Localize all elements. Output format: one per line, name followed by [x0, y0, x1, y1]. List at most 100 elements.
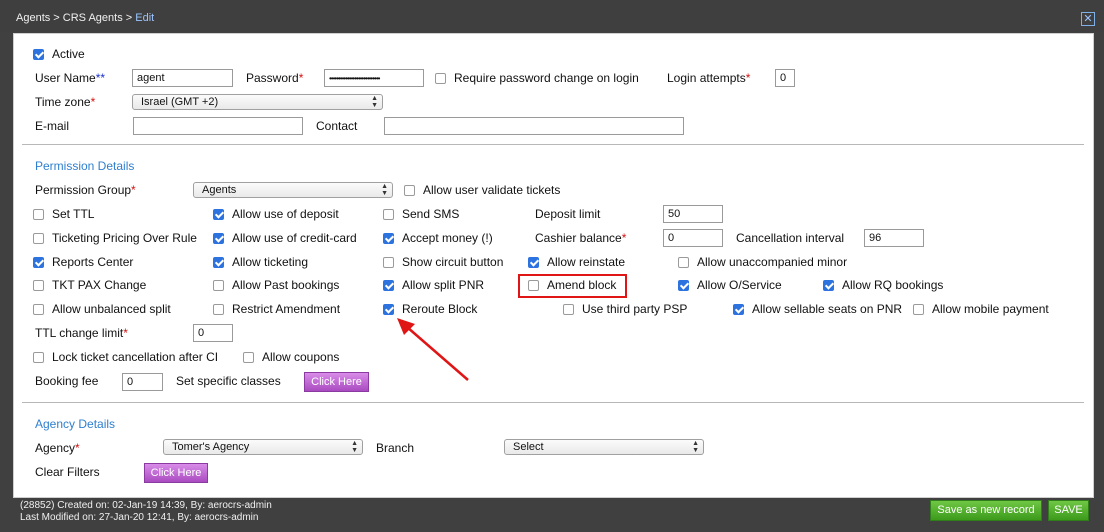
annotation-arrow [397, 318, 469, 381]
show-circuit-button-label: Show circuit button [402, 255, 504, 269]
ttl-change-limit-input[interactable]: 0 [193, 324, 233, 342]
allow-credit-card-checkbox[interactable] [213, 233, 224, 244]
accept-money-label: Accept money (!) [402, 231, 493, 245]
contact-label: Contact [316, 119, 358, 133]
created-info: (28852) Created on: 02-Jan-19 14:39, By:… [20, 500, 272, 511]
allow-mobile-payment-checkbox[interactable] [913, 304, 924, 315]
permission-group-select[interactable]: Agents ▲ ▼ [193, 182, 393, 198]
lock-ticket-cancellation-label: Lock ticket cancellation after CI [52, 350, 219, 364]
breadcrumb-agents[interactable]: Agents [16, 12, 50, 24]
allow-unbalanced-split-label: Allow unbalanced split [52, 302, 171, 316]
send-sms-checkbox[interactable] [383, 209, 394, 220]
cashier-balance-input[interactable]: 0 [663, 229, 723, 247]
allow-split-pnr-label: Allow split PNR [402, 278, 485, 292]
use-third-party-psp-label: Use third party PSP [582, 302, 688, 316]
breadcrumb-current: Edit [135, 12, 155, 24]
select-arrows-icon: ▲ ▼ [381, 183, 388, 197]
allow-sellable-seats-label: Allow sellable seats on PNR [752, 302, 903, 316]
password-input[interactable]: •••••••••••••••••••••••••••• [324, 69, 424, 87]
allow-unaccompanied-minor-label: Allow unaccompanied minor [697, 255, 848, 269]
allow-unaccompanied-minor-checkbox[interactable] [678, 257, 689, 268]
show-circuit-button-checkbox[interactable] [383, 257, 394, 268]
allow-credit-card-label: Allow use of credit-card [232, 231, 357, 245]
allow-mobile-payment-label: Allow mobile payment [932, 302, 1049, 316]
allow-reinstate-label: Allow reinstate [547, 255, 626, 269]
divider [22, 144, 1084, 145]
tkt-pax-change-checkbox[interactable] [33, 280, 44, 291]
login-attempts-label: Login attempts* [667, 71, 751, 85]
allow-sellable-seats-checkbox[interactable] [733, 304, 744, 315]
reroute-block-checkbox[interactable] [383, 304, 394, 315]
booking-fee-input[interactable]: 0 [122, 373, 163, 391]
agency-select[interactable]: Tomer's Agency ▲ ▼ [163, 439, 363, 455]
reports-center-label: Reports Center [52, 255, 134, 269]
use-third-party-psp-checkbox[interactable] [563, 304, 574, 315]
agency-details-title: Agency Details [35, 417, 116, 431]
allow-validate-tickets-checkbox[interactable] [404, 185, 415, 196]
timezone-select[interactable]: Israel (GMT +2) ▲ ▼ [132, 94, 383, 110]
allow-reinstate-checkbox[interactable] [528, 257, 539, 268]
allow-deposit-label: Allow use of deposit [232, 207, 339, 221]
booking-fee-label: Booking fee [35, 374, 99, 388]
tkt-pax-change-label: TKT PAX Change [52, 278, 147, 292]
allow-rq-bookings-checkbox[interactable] [823, 280, 834, 291]
deposit-limit-input[interactable]: 50 [663, 205, 723, 223]
amend-block-highlight [518, 274, 627, 298]
allow-unbalanced-split-checkbox[interactable] [33, 304, 44, 315]
set-ttl-label: Set TTL [52, 207, 95, 221]
allow-validate-tickets-label: Allow user validate tickets [423, 183, 561, 197]
close-icon[interactable]: ✕ [1081, 12, 1095, 26]
user-name-label: User Name** [35, 71, 106, 85]
ticketing-pricing-checkbox[interactable] [33, 233, 44, 244]
select-arrows-icon: ▲ ▼ [371, 95, 378, 109]
set-ttl-checkbox[interactable] [33, 209, 44, 220]
branch-label: Branch [376, 441, 415, 455]
accept-money-checkbox[interactable] [383, 233, 394, 244]
allow-split-pnr-checkbox[interactable] [383, 280, 394, 291]
breadcrumb: Agents > CRS Agents > Edit [16, 12, 154, 24]
set-specific-classes-label: Set specific classes [176, 374, 281, 388]
save-button[interactable]: SAVE [1048, 500, 1089, 521]
user-name-input[interactable]: agent [132, 69, 233, 87]
allow-past-bookings-checkbox[interactable] [213, 280, 224, 291]
email-label: E-mail [35, 119, 70, 133]
allow-coupons-checkbox[interactable] [243, 352, 254, 363]
ticketing-pricing-label: Ticketing Pricing Over Rule [52, 231, 197, 245]
clear-filters-label: Clear Filters [35, 465, 100, 479]
reroute-block-label: Reroute Block [402, 302, 478, 316]
password-label: Password* [246, 71, 304, 85]
reports-center-checkbox[interactable] [33, 257, 44, 268]
allow-oservice-checkbox[interactable] [678, 280, 689, 291]
allow-ticketing-checkbox[interactable] [213, 257, 224, 268]
allow-coupons-label: Allow coupons [262, 350, 340, 364]
top-bar: Agents > CRS Agents > Edit ✕ [0, 0, 1104, 32]
breadcrumb-crs-agents[interactable]: CRS Agents [63, 12, 123, 24]
restrict-amendment-checkbox[interactable] [213, 304, 224, 315]
save-as-new-record-button[interactable]: Save as new record [930, 500, 1042, 521]
clear-filters-click-here-button[interactable]: Click Here [144, 463, 208, 483]
allow-ticketing-label: Allow ticketing [232, 255, 309, 269]
active-checkbox[interactable] [33, 49, 44, 60]
breadcrumb-separator: > [122, 12, 136, 24]
allow-deposit-checkbox[interactable] [213, 209, 224, 220]
cancellation-interval-input[interactable]: 96 [864, 229, 924, 247]
allow-rq-bookings-label: Allow RQ bookings [842, 278, 944, 292]
breadcrumb-separator: > [50, 12, 63, 24]
lock-ticket-cancellation-checkbox[interactable] [33, 352, 44, 363]
select-arrows-icon: ▲ ▼ [351, 440, 358, 454]
send-sms-label: Send SMS [402, 207, 460, 221]
allow-past-bookings-label: Allow Past bookings [232, 278, 340, 292]
active-label: Active [52, 47, 85, 61]
deposit-limit-label: Deposit limit [535, 207, 601, 221]
set-classes-click-here-button[interactable]: Click Here [304, 372, 369, 392]
require-password-change-checkbox[interactable] [435, 73, 446, 84]
branch-select[interactable]: Select ▲ ▼ [504, 439, 704, 455]
permission-group-label: Permission Group* [35, 183, 136, 197]
permission-details-title: Permission Details [35, 159, 135, 173]
modified-info: Last Modified on: 27-Jan-20 12:41, By: a… [20, 512, 259, 523]
agency-label: Agency* [35, 441, 80, 455]
ttl-change-limit-label: TTL change limit* [35, 326, 128, 340]
login-attempts-input[interactable]: 0 [775, 69, 795, 87]
contact-input[interactable] [384, 117, 684, 135]
email-input[interactable] [133, 117, 303, 135]
